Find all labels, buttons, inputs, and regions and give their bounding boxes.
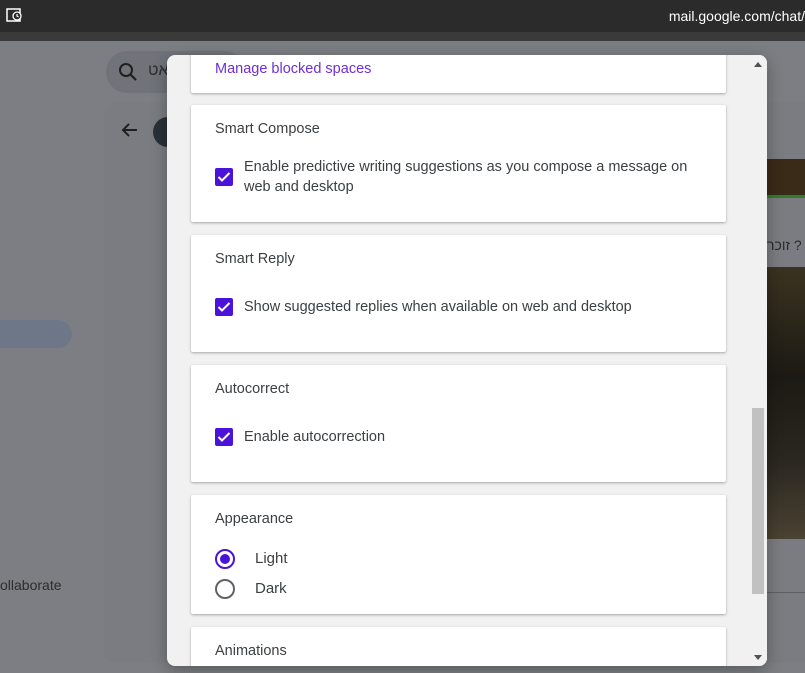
smart-reply-checkbox[interactable]	[215, 298, 233, 316]
appearance-card: Appearance Light Dark	[191, 495, 726, 614]
blocked-spaces-card: Manage blocked spaces	[191, 55, 726, 93]
message-photo[interactable]	[767, 267, 805, 539]
dark-label: Dark	[255, 580, 287, 597]
autocorrect-title: Autocorrect	[215, 381, 290, 397]
dialog-scrollbar[interactable]	[750, 55, 767, 666]
checkmark-icon	[217, 302, 231, 312]
smart-compose-card: Smart Compose Enable predictive writing …	[191, 105, 726, 222]
dark-radio[interactable]	[215, 579, 235, 599]
smart-compose-label: Enable predictive writing suggestions as…	[244, 159, 688, 195]
manage-blocked-spaces-link[interactable]: Manage blocked spaces	[215, 61, 371, 77]
light-label: Light	[255, 550, 288, 567]
back-arrow-icon[interactable]	[121, 121, 139, 139]
autocorrect-card: Autocorrect Enable autocorrection	[191, 365, 726, 482]
autocorrect-checkbox[interactable]	[215, 428, 233, 446]
checkmark-icon	[217, 432, 231, 442]
search-icon	[119, 63, 137, 81]
settings-dialog: Manage blocked spaces Smart Compose Enab…	[167, 55, 767, 666]
animations-title: Animations	[215, 643, 287, 659]
scroll-down-arrow-icon[interactable]	[754, 655, 762, 660]
light-radio[interactable]	[215, 549, 235, 569]
autocorrect-label: Enable autocorrection	[244, 429, 386, 445]
background-text: ollaborate	[0, 577, 62, 593]
address-url[interactable]: mail.google.com/chat/	[669, 8, 805, 24]
checkmark-icon	[217, 172, 231, 182]
smart-compose-checkbox[interactable]	[215, 168, 233, 186]
browser-toolbar-strip	[0, 32, 805, 41]
smart-reply-label: Show suggested replies when available on…	[244, 299, 632, 315]
message-snippet: ? זוכר	[767, 237, 802, 253]
nav-item-selected[interactable]	[0, 320, 72, 348]
app-icon	[6, 8, 22, 22]
animations-card: Animations	[191, 627, 726, 666]
scroll-up-arrow-icon[interactable]	[754, 62, 762, 67]
divider	[767, 592, 805, 593]
smart-reply-title: Smart Reply	[215, 251, 295, 267]
appearance-title: Appearance	[215, 511, 294, 527]
smart-reply-card: Smart Reply Show suggested replies when …	[191, 235, 726, 352]
browser-title-bar: mail.google.com/chat/	[0, 0, 805, 32]
smart-compose-title: Smart Compose	[215, 121, 320, 137]
scroll-thumb[interactable]	[752, 408, 764, 594]
image-thumbnail[interactable]	[767, 159, 805, 198]
